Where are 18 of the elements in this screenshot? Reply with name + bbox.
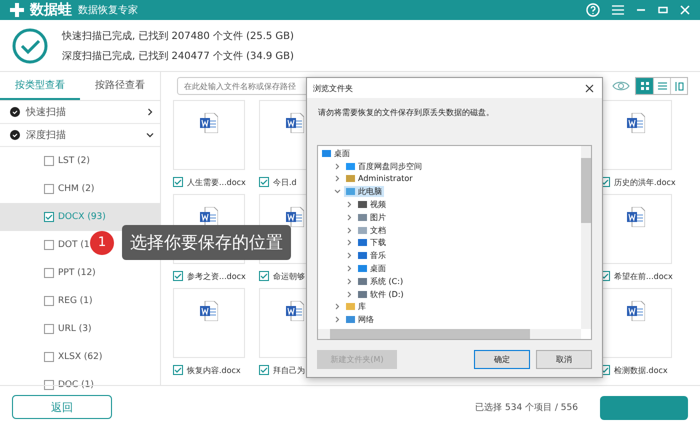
file-name: 命运朝够 — [273, 270, 305, 282]
step-badge: 1 — [90, 230, 114, 254]
file-name: 历史的洪年.docx — [614, 176, 676, 188]
file-name: 希望在前...docx — [614, 270, 673, 282]
file-name: 参考之资...docx — [187, 270, 246, 282]
dialog-message: 请勿将需要恢复的文件保存到原丢失数据的磁盘。 — [317, 107, 495, 119]
tooltip: 选择你要保存的位置 — [122, 225, 291, 260]
selection-status: 已选择 534 个项目 / 556 — [475, 402, 578, 414]
file-name: 人生需要...docx — [187, 176, 246, 188]
file-name: 拜自己为 — [273, 364, 305, 376]
file-name: 今日.d — [273, 176, 297, 188]
scan-result-text: 快速扫描已完成, 已找到 207480 个文件 (25.5 GB) — [62, 30, 294, 42]
file-name: 检测数据.docx — [614, 364, 668, 376]
app-subtitle: 数据恢复专家 — [78, 4, 138, 17]
app-name: 数据蛙 — [30, 1, 72, 19]
dialog-title: 浏览文件夹 — [313, 82, 353, 94]
scan-result-text: 深度扫描已完成, 已找到 240477 个文件 (34.9 GB) — [62, 50, 294, 62]
file-name: 恢复内容.docx — [187, 364, 241, 376]
